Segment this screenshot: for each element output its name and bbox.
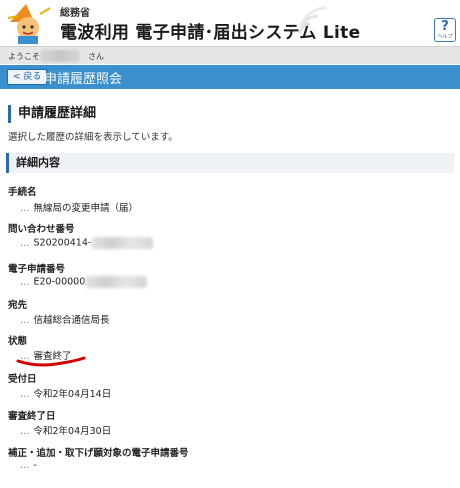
redacted-inquiry-suffix <box>91 237 154 249</box>
redacted-username <box>40 50 80 62</box>
help-question-icon: ? <box>441 19 449 34</box>
field-label-application-number: 電子申請番号 <box>8 264 66 275</box>
ellipsis-icon: … <box>20 237 30 249</box>
field-label-inquiry-number: 問い合わせ番号 <box>8 224 75 235</box>
field-value-received-date: … 令和2年04月14日 <box>20 386 111 400</box>
target-application-number: - <box>33 460 37 471</box>
field-label-status: 状態 <box>8 336 28 347</box>
ellipsis-icon: … <box>20 315 30 326</box>
field-value-review-end-date: … 令和2年04月30日 <box>20 423 111 437</box>
field-value-procedure: … 無線局の変更申請（届） <box>20 200 138 214</box>
redacted-application-suffix <box>85 276 148 288</box>
help-label: ヘルプ <box>437 34 453 40</box>
ellipsis-icon: … <box>20 426 30 437</box>
ministry-label: 総務省 <box>60 8 90 19</box>
mascot-logo-icon <box>7 4 51 44</box>
help-button[interactable]: ? ヘルプ <box>434 18 456 42</box>
field-value-target-application: … - <box>20 460 37 471</box>
section-title: 申請履歴詳細 <box>8 105 96 123</box>
back-button[interactable]: < 戻る <box>7 69 48 85</box>
destination: 信越総合通信局長 <box>33 315 110 326</box>
procedure-name: 無線局の変更申請（届） <box>33 203 139 214</box>
field-value-inquiry-number: … S20200414- <box>20 237 154 249</box>
application-number: E20-00000 <box>33 276 86 288</box>
review-end-date: 令和2年04月30日 <box>33 426 112 437</box>
field-label-destination: 宛先 <box>8 300 28 311</box>
radio-wave-icon <box>298 6 327 35</box>
field-label-target-application: 補正・追加・取下げ願対象の電子申請番号 <box>8 448 189 459</box>
ellipsis-icon: … <box>20 389 30 400</box>
field-label-procedure: 手続名 <box>8 187 37 198</box>
welcome-suffix: さん <box>88 52 104 61</box>
page-title-bar: < 戻る 申請履歴照会 <box>0 65 460 89</box>
field-label-review-end-date: 審査終了日 <box>8 411 56 422</box>
welcome-prefix: ようこそ <box>8 52 40 61</box>
page-title: 申請履歴照会 <box>44 72 123 87</box>
welcome-bar: ようこそ さん <box>0 46 460 64</box>
received-date: 令和2年04月14日 <box>33 389 112 400</box>
detail-subheader: 詳細内容 <box>6 153 454 173</box>
app-header: 総務省 電波利用 電子申請･届出システム Lite ? ヘルプ <box>0 0 460 46</box>
section-description: 選択した履歴の詳細を表示しています。 <box>8 132 178 143</box>
ellipsis-icon: … <box>20 276 30 288</box>
field-value-destination: … 信越総合通信局長 <box>20 312 110 326</box>
ellipsis-icon: … <box>20 460 30 471</box>
ellipsis-icon: … <box>20 203 30 214</box>
inquiry-number: S20200414- <box>33 237 92 249</box>
red-underline-annotation <box>16 356 86 367</box>
field-label-received-date: 受付日 <box>8 374 37 385</box>
field-value-application-number: … E20-00000 <box>20 276 148 288</box>
